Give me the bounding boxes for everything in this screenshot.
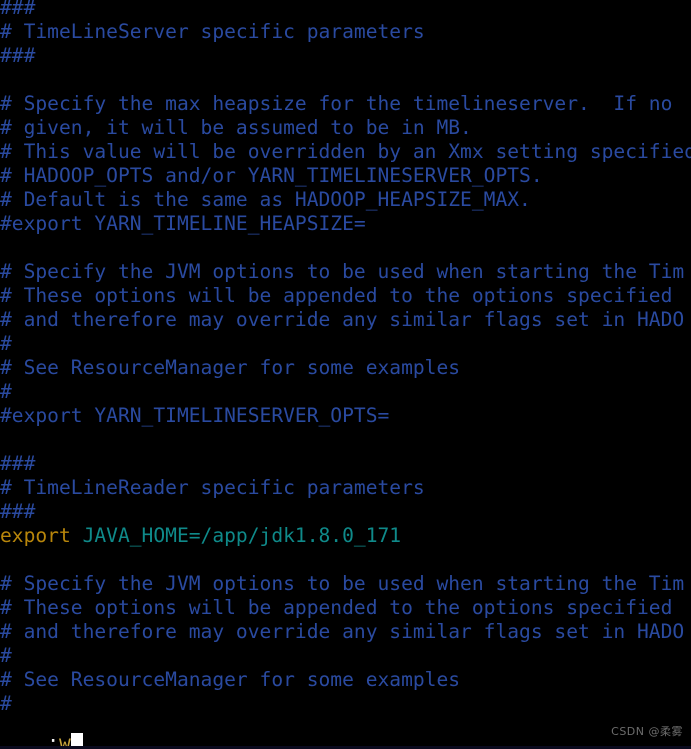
code-segment-comment: # These options will be appended to the … [0,284,673,307]
code-line[interactable]: # given, it will be assumed to be in MB. [0,116,691,140]
code-segment-comment: # See ResourceManager for some examples [0,356,461,379]
code-line[interactable]: # TimeLineServer specific parameters [0,20,691,44]
code-segment-comment: # See ResourceManager for some examples [0,668,461,691]
code-segment-comment: # TimeLineReader specific parameters [0,476,425,499]
code-line[interactable] [0,68,691,92]
code-line[interactable]: # Specify the JVM options to be used whe… [0,572,691,596]
code-segment-comment: # Specify the JVM options to be used whe… [0,260,685,283]
code-segment-comment: ### [0,500,36,523]
code-line[interactable]: # Specify the JVM options to be used whe… [0,260,691,284]
code-line[interactable]: # [0,380,691,404]
vim-text-buffer[interactable]: ### # TimeLineServer specific parameters #… [0,0,691,716]
code-line[interactable] [0,236,691,260]
code-line[interactable]: ### [0,452,691,476]
code-line[interactable]: # See ResourceManager for some examples [0,356,691,380]
vim-command-line[interactable]: :wq [0,704,691,749]
code-line[interactable]: # These options will be appended to the … [0,284,691,308]
code-line[interactable]: # Default is the same as HADOOP_HEAPSIZE… [0,188,691,212]
code-line[interactable] [0,548,691,572]
code-segment-comment: # and therefore may override any similar… [0,308,685,331]
code-segment-comment: # Specify the max heapsize for the timel… [0,92,673,115]
code-segment-comment: #export YARN_TIMELINESERVER_OPTS= [0,404,390,427]
code-line[interactable]: export JAVA_HOME=/app/jdk1.8.0_171 [0,524,691,548]
code-segment-comment: ### [0,452,36,475]
code-line[interactable] [0,428,691,452]
code-segment-comment: ### [0,0,36,19]
code-segment-comment: # HADOOP_OPTS and/or YARN_TIMELINESERVER… [0,164,543,187]
code-line[interactable]: #export YARN_TIMELINE_HEAPSIZE= [0,212,691,236]
code-segment-comment: # These options will be appended to the … [0,596,673,619]
code-line[interactable]: #export YARN_TIMELINESERVER_OPTS= [0,404,691,428]
code-segment-comment: # [0,644,12,667]
code-line[interactable]: # [0,332,691,356]
code-line[interactable]: # Specify the max heapsize for the timel… [0,92,691,116]
code-line[interactable]: # This value will be overridden by an Xm… [0,140,691,164]
code-segment-keyword: export [0,524,83,547]
code-segment-comment: # TimeLineServer specific parameters [0,20,425,43]
code-segment-comment: # [0,380,12,403]
code-line[interactable]: ### [0,500,691,524]
code-segment-comment: # and therefore may override any similar… [0,620,685,643]
code-segment-value: JAVA_HOME=/app/jdk1.8.0_171 [82,524,402,547]
csdn-watermark: CSDN @柔雾 [611,725,683,738]
code-line[interactable]: # and therefore may override any similar… [0,308,691,332]
code-line[interactable]: ### [0,44,691,68]
code-line[interactable]: # [0,644,691,668]
code-segment-comment: # Specify the JVM options to be used whe… [0,572,685,595]
code-segment-comment: # given, it will be assumed to be in MB. [0,116,472,139]
code-line[interactable]: # TimeLineReader specific parameters [0,476,691,500]
code-line[interactable]: # See ResourceManager for some examples [0,668,691,692]
code-line[interactable]: # and therefore may override any similar… [0,620,691,644]
code-segment-comment: # This value will be overridden by an Xm… [0,140,691,163]
code-line[interactable]: ### [0,0,691,20]
code-line[interactable]: # HADOOP_OPTS and/or YARN_TIMELINESERVER… [0,164,691,188]
terminal-window[interactable]: ### # TimeLineServer specific parameters #… [0,0,691,749]
code-segment-comment: # [0,332,12,355]
code-segment-comment: #export YARN_TIMELINE_HEAPSIZE= [0,212,366,235]
code-segment-comment: # Default is the same as HADOOP_HEAPSIZE… [0,188,531,211]
code-line[interactable]: # These options will be appended to the … [0,596,691,620]
code-segment-comment: ### [0,44,36,67]
